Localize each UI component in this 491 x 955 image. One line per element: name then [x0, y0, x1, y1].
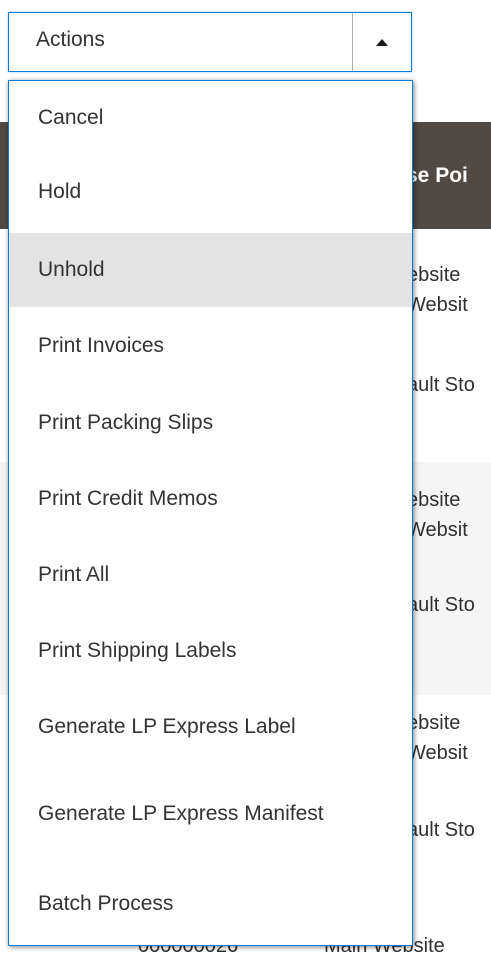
actions-dropdown[interactable]: Actions [8, 12, 412, 72]
menu-item-print-invoices[interactable]: Print Invoices [9, 307, 412, 385]
grid-header-purchase-point: se Poi [406, 164, 468, 187]
menu-item-generate-lp-express-label[interactable]: Generate LP Express Label [9, 689, 412, 765]
actions-toggle-button[interactable] [352, 13, 411, 71]
grid-cell-website-name: Websit [407, 519, 468, 541]
actions-label: Actions [36, 28, 105, 51]
menu-item-print-all[interactable]: Print All [9, 537, 412, 613]
menu-item-generate-lp-express-manifest[interactable]: Generate LP Express Manifest [9, 765, 412, 863]
grid-cell-website-name: Websit [407, 742, 468, 764]
grid-cell-website: ebsite [407, 264, 461, 286]
menu-item-cancel[interactable]: Cancel [9, 81, 412, 155]
actions-menu: Cancel Hold Unhold Print Invoices Print … [8, 80, 413, 946]
grid-cell-website-name: Websit [407, 294, 468, 316]
menu-item-print-packing-slips[interactable]: Print Packing Slips [9, 385, 412, 461]
grid-cell-website: ebsite [407, 712, 461, 734]
chevron-up-icon [376, 38, 388, 46]
menu-item-print-credit-memos[interactable]: Print Credit Memos [9, 461, 412, 537]
menu-item-batch-process[interactable]: Batch Process [9, 863, 412, 945]
grid-cell-website: ebsite [407, 489, 461, 511]
menu-item-hold[interactable]: Hold [9, 155, 412, 229]
menu-item-unhold[interactable]: Unhold [9, 233, 412, 307]
grid-cell-store-view: ault Sto [407, 594, 475, 616]
grid-cell-store-view: ault Sto [407, 374, 475, 396]
menu-item-print-shipping-labels[interactable]: Print Shipping Labels [9, 613, 412, 689]
grid-cell-store-view: ault Sto [407, 819, 475, 841]
